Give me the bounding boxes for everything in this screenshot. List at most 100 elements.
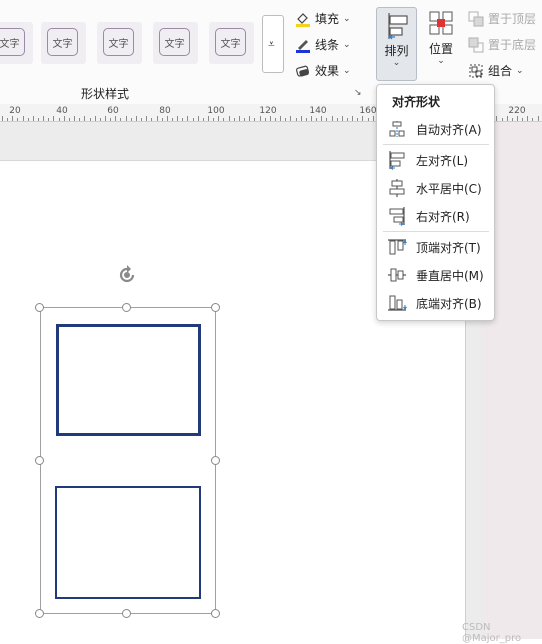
shape-effects-button[interactable]: 效果 ⌄ xyxy=(295,62,351,79)
align-left-icon xyxy=(389,151,405,170)
fill-label: 填充 xyxy=(315,12,340,26)
ruler-tick xyxy=(285,118,286,121)
dialog-launcher-icon[interactable]: ↘ xyxy=(354,88,362,98)
chevron-down-icon: ⌄ xyxy=(392,58,401,68)
resize-handle[interactable] xyxy=(122,303,131,312)
ruler-tick xyxy=(234,118,235,121)
align-shapes-menu: 对齐形状 自动对齐(A) 左对齐(L) 水平居中(C) 右对齐(R) 顶端对齐(… xyxy=(376,84,495,321)
ruler-label: 80 xyxy=(159,106,171,116)
ruler-tick xyxy=(290,116,291,121)
ruler-tick xyxy=(301,116,302,121)
arrange-label: 排列 xyxy=(384,44,409,58)
resize-handle[interactable] xyxy=(211,456,220,465)
shape-style-tile-text: 文字 xyxy=(47,28,78,56)
ruler-tick xyxy=(512,118,513,121)
line-label: 线条 xyxy=(315,38,340,52)
menu-separator xyxy=(383,144,489,145)
ruler-tick xyxy=(321,116,322,121)
ruler-tick xyxy=(527,116,528,121)
ruler-tick xyxy=(28,118,29,121)
ruler-tick xyxy=(33,116,34,121)
ruler-tick xyxy=(84,116,85,121)
menu-item-align-center[interactable]: 水平居中(C) xyxy=(385,177,489,199)
menu-item-align-left[interactable]: 左对齐(L) xyxy=(385,149,489,171)
resize-handle[interactable] xyxy=(35,609,44,618)
menu-item-align-right[interactable]: 右对齐(R) xyxy=(385,205,489,227)
ruler-tick xyxy=(362,116,363,121)
menu-item-label: 垂直居中(M) xyxy=(416,268,484,283)
bring-forward-button[interactable]: 置于顶层 xyxy=(468,10,536,27)
group-objects-button[interactable]: 组合 ⌄ xyxy=(468,62,524,79)
menu-item-align-middle[interactable]: 垂直居中(M) xyxy=(385,264,489,286)
ruler-label: 40 xyxy=(56,106,68,116)
send-backward-icon xyxy=(468,37,484,52)
shape-style-tile[interactable]: 文字 xyxy=(0,22,33,64)
menu-item-label: 底端对齐(B) xyxy=(416,296,482,311)
ruler-tick xyxy=(208,116,209,121)
ruler-label: 220 xyxy=(508,106,526,116)
ruler-tick xyxy=(110,118,111,121)
resize-handle[interactable] xyxy=(122,609,131,618)
bring-forward-icon xyxy=(468,11,484,26)
pen-icon xyxy=(296,39,310,53)
menu-item-align-bottom[interactable]: 底端对齐(B) xyxy=(385,292,489,314)
position-icon xyxy=(429,11,453,35)
auto-align-icon xyxy=(389,121,405,137)
resize-handle[interactable] xyxy=(211,609,220,618)
position-button[interactable]: 位置 ⌄ xyxy=(424,9,458,77)
chevron-down-icon: ⌄ xyxy=(343,65,351,76)
menu-item-align-top[interactable]: 顶端对齐(T) xyxy=(385,236,489,258)
resize-handle[interactable] xyxy=(35,456,44,465)
shape-style-tile[interactable]: 文字 xyxy=(97,22,142,64)
shape-style-tile-text: 文字 xyxy=(215,28,246,56)
menu-item-label: 水平居中(C) xyxy=(416,181,482,196)
ruler-tick xyxy=(2,116,3,121)
shape-style-tile[interactable]: 文字 xyxy=(41,22,86,64)
menu-item-auto-align[interactable]: 自动对齐(A) xyxy=(385,118,489,140)
ruler-tick xyxy=(254,118,255,121)
group-label: 形状样式 xyxy=(81,87,130,101)
position-label: 位置 xyxy=(428,42,453,56)
menu-item-label: 右对齐(R) xyxy=(416,209,470,224)
ruler-tick xyxy=(69,118,70,121)
ruler-tick xyxy=(373,116,374,121)
shape-outline-button[interactable]: 线条 ⌄ xyxy=(295,36,351,53)
send-backward-button[interactable]: 置于底层 xyxy=(468,36,536,53)
ruler-tick xyxy=(53,116,54,121)
ruler-tick xyxy=(198,116,199,121)
ruler-tick xyxy=(48,118,49,121)
ruler-tick xyxy=(517,116,518,121)
ruler-tick xyxy=(79,118,80,121)
bring-forward-label: 置于顶层 xyxy=(488,12,537,26)
arrange-icon xyxy=(387,13,408,40)
ruler-tick xyxy=(507,116,508,121)
ruler-tick xyxy=(151,118,152,121)
ruler-tick xyxy=(260,116,261,121)
shape-fill-button[interactable]: 填充 ⌄ xyxy=(295,10,351,27)
ruler-tick xyxy=(218,116,219,121)
ruler-tick xyxy=(43,116,44,121)
ruler-tick xyxy=(90,118,91,121)
ruler-tick xyxy=(522,118,523,121)
ruler-label: 100 xyxy=(207,106,225,116)
chevron-down-icon: ⌄ xyxy=(343,13,351,24)
resize-handle[interactable] xyxy=(211,303,220,312)
ruler-tick xyxy=(326,118,327,121)
ruler-label: 60 xyxy=(107,106,119,116)
menu-item-label: 左对齐(L) xyxy=(416,153,469,168)
ruler-tick xyxy=(357,118,358,121)
ruler-tick xyxy=(64,116,65,121)
ruler-tick xyxy=(342,116,343,121)
ruler-tick xyxy=(115,116,116,121)
ruler-tick xyxy=(100,118,101,121)
rotate-handle-icon[interactable] xyxy=(116,264,138,286)
ruler-tick xyxy=(23,116,24,121)
resize-handle[interactable] xyxy=(35,303,44,312)
shape-style-tile[interactable]: 文字 xyxy=(209,22,254,64)
arrange-button[interactable]: 排列 ⌄ xyxy=(376,7,417,81)
shape-style-tile[interactable]: 文字 xyxy=(153,22,198,64)
ruler-tick xyxy=(203,118,204,121)
gallery-more-button[interactable]: ⩡ xyxy=(262,15,284,73)
ruler-tick xyxy=(244,118,245,121)
ruler-tick xyxy=(162,118,163,121)
